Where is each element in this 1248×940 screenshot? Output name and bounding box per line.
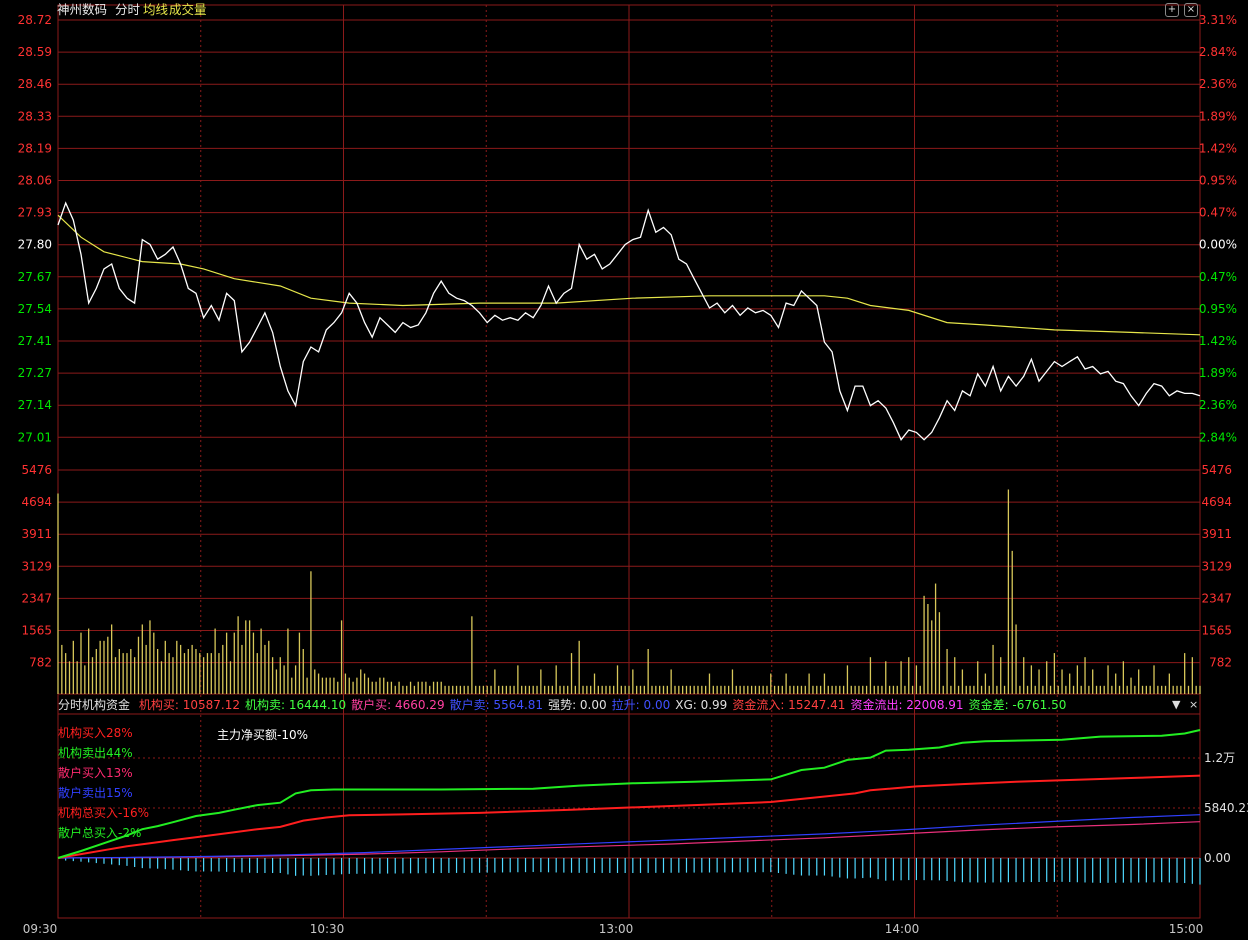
- volume-tick-label: 3911: [1201, 527, 1232, 541]
- avg-line-toggle[interactable]: 均线: [143, 1, 168, 19]
- fund-field: 资金流入: 15247.41: [732, 698, 846, 712]
- volume-tick-label: 5476: [1201, 463, 1232, 477]
- pct-tick-label: 3.31%: [1199, 13, 1237, 27]
- pct-tick-label: 1.89%: [1199, 109, 1237, 123]
- zoom-in-icon[interactable]: +: [1165, 3, 1179, 17]
- pct-tick-label: 1.42%: [1199, 141, 1237, 155]
- volume-tick-label: 3129: [1201, 559, 1232, 573]
- volume-tick-label: 2347: [21, 591, 52, 605]
- fund-field: 机构买: 10587.12: [138, 698, 240, 712]
- price-tick-label: 27.54: [18, 302, 52, 316]
- fund-field: 资金差: -6761.50: [968, 698, 1067, 712]
- pct-tick-label: 2.36%: [1199, 77, 1237, 91]
- price-tick-label: 27.41: [18, 334, 52, 348]
- fund-panel-info: 分时机构资金 机构买: 10587.12 机构卖: 16444.10 散户买: 46…: [58, 696, 1071, 714]
- volume-tick-label: 782: [29, 656, 52, 670]
- fund-field: XG: 0.99: [675, 698, 728, 712]
- pct-tick-label: 0.47%: [1199, 206, 1237, 220]
- time-tick-label: 15:00: [1169, 922, 1204, 936]
- fund-legend-item: 机构总买入-16%: [58, 806, 150, 820]
- price-tick-label: 28.06: [18, 174, 52, 188]
- volume-tick-label: 3129: [21, 559, 52, 573]
- fund-tick-label: 0.00: [1204, 851, 1231, 865]
- volume-tick-label: 2347: [1201, 591, 1232, 605]
- pct-axis: 3.31% 2.84% 2.36% 1.89% 1.42% 0.95% 0.47% 0.00%…: [1199, 13, 1237, 444]
- volume-tick-label: 4694: [21, 495, 52, 509]
- price-tick-label: 28.72: [18, 13, 52, 27]
- volume-tick-label: 4694: [1201, 495, 1232, 509]
- fund-legend-item: 散户买入13%: [58, 766, 133, 780]
- price-tick-label: 27.27: [18, 366, 52, 380]
- close-icon[interactable]: ×: [1189, 698, 1198, 711]
- pct-tick-label: 0.00%: [1199, 238, 1237, 252]
- fund-panel-title: 分时机构资金: [58, 698, 131, 712]
- net-flow-bars: [65, 858, 1201, 885]
- net-buy-note: 主力净买额-10%: [217, 728, 309, 742]
- price-tick-label: 28.46: [18, 77, 52, 91]
- price-tick-label: 27.93: [18, 206, 52, 220]
- fund-tick-label: 1.2万: [1204, 751, 1235, 765]
- fund-legend-item: 机构卖出44%: [58, 746, 133, 760]
- fund-field: 机构卖: 16444.10: [244, 698, 347, 712]
- close-icon[interactable]: ×: [1184, 3, 1198, 17]
- price-axis: 28.72 28.59 28.46 28.33 28.19 28.06 27.93 27.80…: [18, 13, 52, 444]
- fund-legend-item: 散户卖出15%: [58, 786, 133, 800]
- price-tick-label: 28.33: [18, 109, 52, 123]
- fund-field: 资金流出: 22008.91: [850, 698, 964, 712]
- pct-tick-label: 2.84%: [1199, 430, 1237, 444]
- pct-tick-label: 1.42%: [1199, 334, 1237, 348]
- pct-tick-label: 0.95%: [1199, 302, 1237, 316]
- fund-field: 拉升: 0.00: [611, 698, 671, 712]
- fund-legend-item: 散户总买入-2%: [58, 826, 142, 840]
- volume-tick-label: 3911: [21, 527, 52, 541]
- time-tick-label: 13:00: [599, 922, 634, 936]
- time-axis: 09:30 10:30 13:00 14:00 15:00: [23, 922, 1204, 936]
- price-tick-label: 27.80: [18, 238, 52, 252]
- time-tick-label: 09:30: [23, 922, 58, 936]
- price-tick-label: 27.67: [18, 270, 52, 284]
- price-tick-label: 28.19: [18, 141, 52, 155]
- fund-legend-item: 机构买入28%: [58, 726, 133, 740]
- volume-toggle[interactable]: 成交量: [169, 1, 207, 19]
- pct-tick-label: 2.36%: [1199, 398, 1237, 412]
- price-tick-label: 28.59: [18, 45, 52, 59]
- volume-tick-label: 782: [1209, 656, 1232, 670]
- mode-label[interactable]: 分时: [115, 1, 140, 19]
- volume-tick-label: 1565: [21, 624, 52, 638]
- volume-tick-label: 5476: [21, 463, 52, 477]
- time-tick-label: 10:30: [310, 922, 345, 936]
- fund-field: 散户卖: 5564.81: [449, 698, 544, 712]
- fund-axis: 1.2万 5840.23 0.00: [1204, 751, 1248, 865]
- fund-field: 散户买: 4660.29: [351, 698, 445, 712]
- pct-tick-label: 0.47%: [1199, 270, 1237, 284]
- time-tick-label: 14:00: [885, 922, 920, 936]
- pct-tick-label: 2.84%: [1199, 45, 1237, 59]
- dropdown-icon[interactable]: ▼: [1172, 698, 1180, 711]
- volume-tick-label: 1565: [1201, 624, 1232, 638]
- fund-field: 强势: 0.00: [548, 698, 607, 712]
- fund-tick-label: 5840.23: [1204, 801, 1248, 815]
- stock-name: 神州数码: [57, 2, 108, 17]
- price-tick-label: 27.14: [18, 398, 52, 412]
- pct-tick-label: 0.95%: [1199, 174, 1237, 188]
- intraday-chart: 28.72 28.59 28.46 28.33 28.19 28.06 27.93 27.80…: [18, 4, 1248, 936]
- pct-tick-label: 1.89%: [1199, 366, 1237, 380]
- price-tick-label: 27.01: [18, 430, 52, 444]
